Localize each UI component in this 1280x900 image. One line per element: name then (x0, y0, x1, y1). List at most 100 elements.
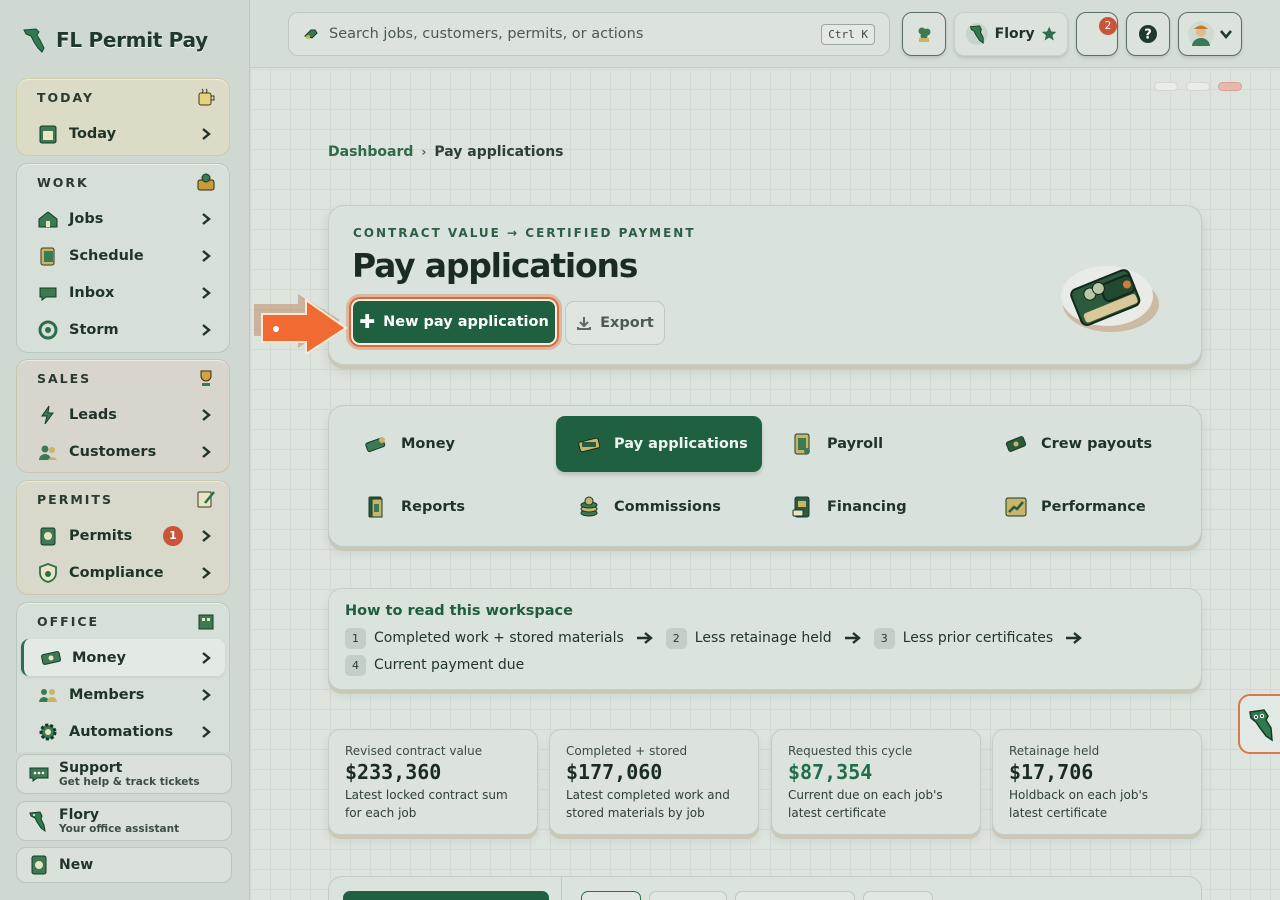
office-building-icon (198, 614, 214, 630)
assistant-chip[interactable]: Flory (954, 12, 1068, 56)
chevron-right-icon (202, 445, 211, 458)
clover-hand-icon (918, 27, 931, 42)
stat-card-requested-cycle: Requested this cycle $87,354 Current due… (771, 729, 981, 835)
notification-badge: 2 (1099, 17, 1117, 35)
breadcrumb-current: Pay applications (434, 144, 564, 160)
sidebar-item-money[interactable]: Money (21, 639, 225, 676)
help-button[interactable]: ? (1126, 12, 1170, 56)
sidebar-item-automations[interactable]: Automations (21, 713, 225, 750)
assistant-card[interactable]: Flory Your office assistant (16, 801, 232, 841)
filter-pill[interactable] (649, 891, 727, 900)
new-button[interactable]: New (16, 847, 232, 883)
subnav-item-pay-applications[interactable]: Pay applications (556, 416, 762, 472)
sidebar-item-customers[interactable]: Customers (21, 433, 225, 470)
new-pay-application-button[interactable]: ✚ New pay application (349, 297, 559, 347)
new-document-icon (31, 855, 47, 875)
florida-mascot-icon (29, 811, 46, 833)
chevron-right-icon (202, 127, 211, 140)
user-menu-button[interactable] (1178, 12, 1242, 56)
export-label: Export (600, 315, 654, 331)
plus-icon: ✚ (359, 310, 376, 333)
crew-payouts-icon (1005, 436, 1027, 452)
window-control[interactable] (1186, 82, 1210, 91)
sidebar-item-permits[interactable]: Permits 1 (21, 517, 225, 554)
permit-document-icon (40, 527, 56, 545)
sidebar-item-members[interactable]: Members (21, 676, 225, 713)
window-control[interactable] (1218, 82, 1242, 91)
performance-icon (1005, 497, 1027, 517)
arrow-right-icon (636, 632, 653, 644)
sidebar-group-permits: PERMITS Permits 1 Compliance (16, 480, 230, 595)
group-label: TODAY (37, 89, 95, 105)
pay-applications-icon (578, 437, 601, 453)
support-card[interactable]: Support Get help & track tickets (16, 754, 232, 794)
sidebar-item-storm[interactable]: Storm (21, 311, 225, 348)
chevron-right-icon (202, 323, 211, 336)
subnav-item-crew-payouts[interactable]: Crew payouts (983, 416, 1189, 472)
stat-value: $17,706 (1009, 760, 1094, 784)
step-label: Completed work + stored materials (374, 630, 624, 646)
quick-actions-button[interactable] (902, 12, 946, 56)
step-label: Less prior certificates (902, 630, 1054, 646)
window-control[interactable] (1154, 82, 1178, 91)
subnav-item-performance[interactable]: Performance (983, 479, 1189, 535)
signature-icon (197, 491, 215, 508)
assistant-launcher[interactable] (1238, 694, 1280, 754)
search-icon (304, 29, 318, 39)
group-header: TODAY (17, 79, 229, 115)
subnav-item-money[interactable]: Money (343, 416, 549, 472)
lightning-icon (41, 405, 54, 424)
calendar-icon (39, 125, 57, 143)
sidebar-item-compliance[interactable]: Compliance (21, 554, 225, 591)
support-chat-icon (29, 767, 49, 782)
stat-description: Latest locked contract sum for each job (345, 788, 508, 820)
subnav-item-reports[interactable]: Reports (343, 479, 549, 535)
divider (561, 877, 562, 900)
page-title: Pay applications (352, 246, 638, 285)
stat-value: $87,354 (788, 760, 873, 784)
assistant-title: Flory (59, 806, 100, 823)
support-title: Support (59, 759, 123, 776)
subnav-item-payroll[interactable]: Payroll (769, 416, 975, 472)
export-button[interactable]: Export (565, 301, 665, 345)
sidebar-group-sales: SALES Leads Customers (16, 359, 230, 473)
search-input[interactable] (329, 26, 812, 42)
florida-mascot-icon (965, 23, 988, 45)
chevron-right-icon (202, 249, 211, 262)
stat-description: Current due on each job's latest certifi… (788, 788, 943, 820)
florida-mascot-icon (1249, 709, 1273, 742)
subnav-item-commissions[interactable]: Commissions (556, 479, 762, 535)
sidebar-item-jobs[interactable]: Jobs (21, 200, 225, 237)
notifications-button[interactable]: 2 (1076, 12, 1118, 56)
search-bar[interactable]: Ctrl K (288, 12, 890, 56)
sidebar-item-leads[interactable]: Leads (21, 396, 225, 433)
step-number: 4 (345, 654, 366, 676)
chat-bubble-icon (39, 287, 57, 301)
pay-applications-list-header (328, 876, 1202, 900)
sidebar-item-inbox[interactable]: Inbox (21, 274, 225, 311)
callout-arrow-icon (254, 294, 348, 354)
download-icon (577, 317, 592, 330)
chevron-right-icon (202, 651, 211, 664)
brand-logo[interactable]: FL Permit Pay (22, 24, 208, 56)
chevron-right-icon (202, 529, 211, 542)
chevron-right-icon (202, 286, 211, 299)
sidebar-item-today[interactable]: Today (21, 115, 225, 152)
avatar (1188, 21, 1214, 47)
chevron-right-icon (202, 725, 211, 738)
step-number: 2 (665, 627, 687, 649)
help-icon: ? (1139, 25, 1157, 43)
filter-pill[interactable] (863, 891, 933, 900)
new-pay-application-label: New pay application (383, 314, 549, 330)
subnav-item-financing[interactable]: Financing (769, 479, 975, 535)
step-number: 3 (873, 627, 895, 649)
filter-pill[interactable] (735, 891, 855, 900)
sidebar-item-schedule[interactable]: Schedule (21, 237, 225, 274)
group-header: WORK (17, 164, 229, 200)
filter-pill[interactable] (581, 891, 641, 900)
breadcrumb-dashboard[interactable]: Dashboard (328, 144, 413, 160)
chevron-right-icon (202, 408, 211, 421)
primary-tab[interactable] (343, 891, 549, 900)
step-label: Current payment due (374, 657, 525, 673)
house-icon (38, 210, 58, 227)
